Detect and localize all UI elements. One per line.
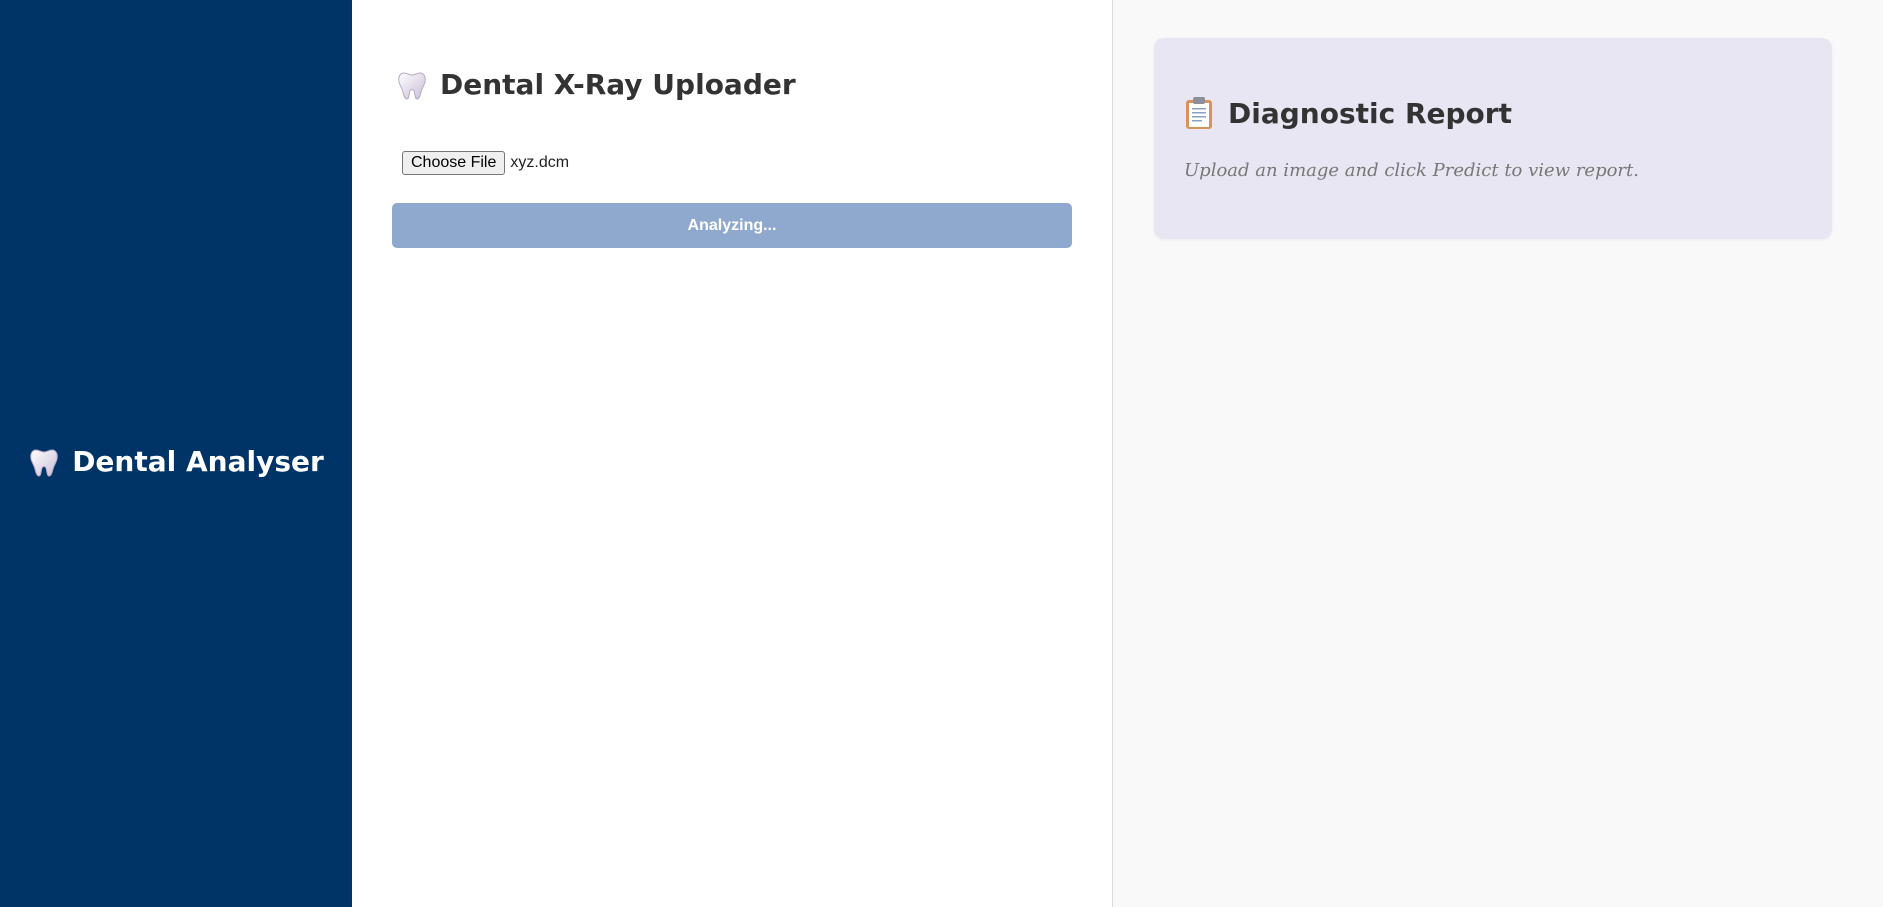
uploader-title: Dental X-Ray Uploader (392, 68, 1072, 101)
report-placeholder: Upload an image and click Predict to vie… (1184, 160, 1639, 181)
clipboard-icon (1184, 96, 1214, 130)
uploader-panel: Dental X-Ray Uploader Choose File xyz.dc… (352, 0, 1112, 907)
choose-file-button[interactable]: Choose File (402, 151, 506, 175)
report-title: Diagnostic Report (1184, 96, 1802, 130)
brand-label: Dental Analyser (72, 445, 324, 478)
brand: Dental Analyser (28, 445, 324, 478)
uploader-title-text: Dental X-Ray Uploader (440, 68, 796, 101)
app-root: Dental Analyser Dental X-Ray Uploader Ch… (0, 0, 1883, 907)
report-card: Diagnostic Report Upload an image and cl… (1154, 38, 1832, 239)
tooth-icon (28, 446, 60, 478)
selected-file-name: xyz.dcm (510, 154, 570, 171)
file-input[interactable]: Choose File xyz.dcm (402, 151, 1072, 175)
analyze-button[interactable]: Analyzing... (392, 203, 1072, 248)
sidebar: Dental Analyser (0, 0, 352, 907)
report-title-text: Diagnostic Report (1228, 96, 1512, 130)
report-panel: Diagnostic Report Upload an image and cl… (1112, 0, 1883, 907)
tooth-icon (396, 69, 428, 101)
